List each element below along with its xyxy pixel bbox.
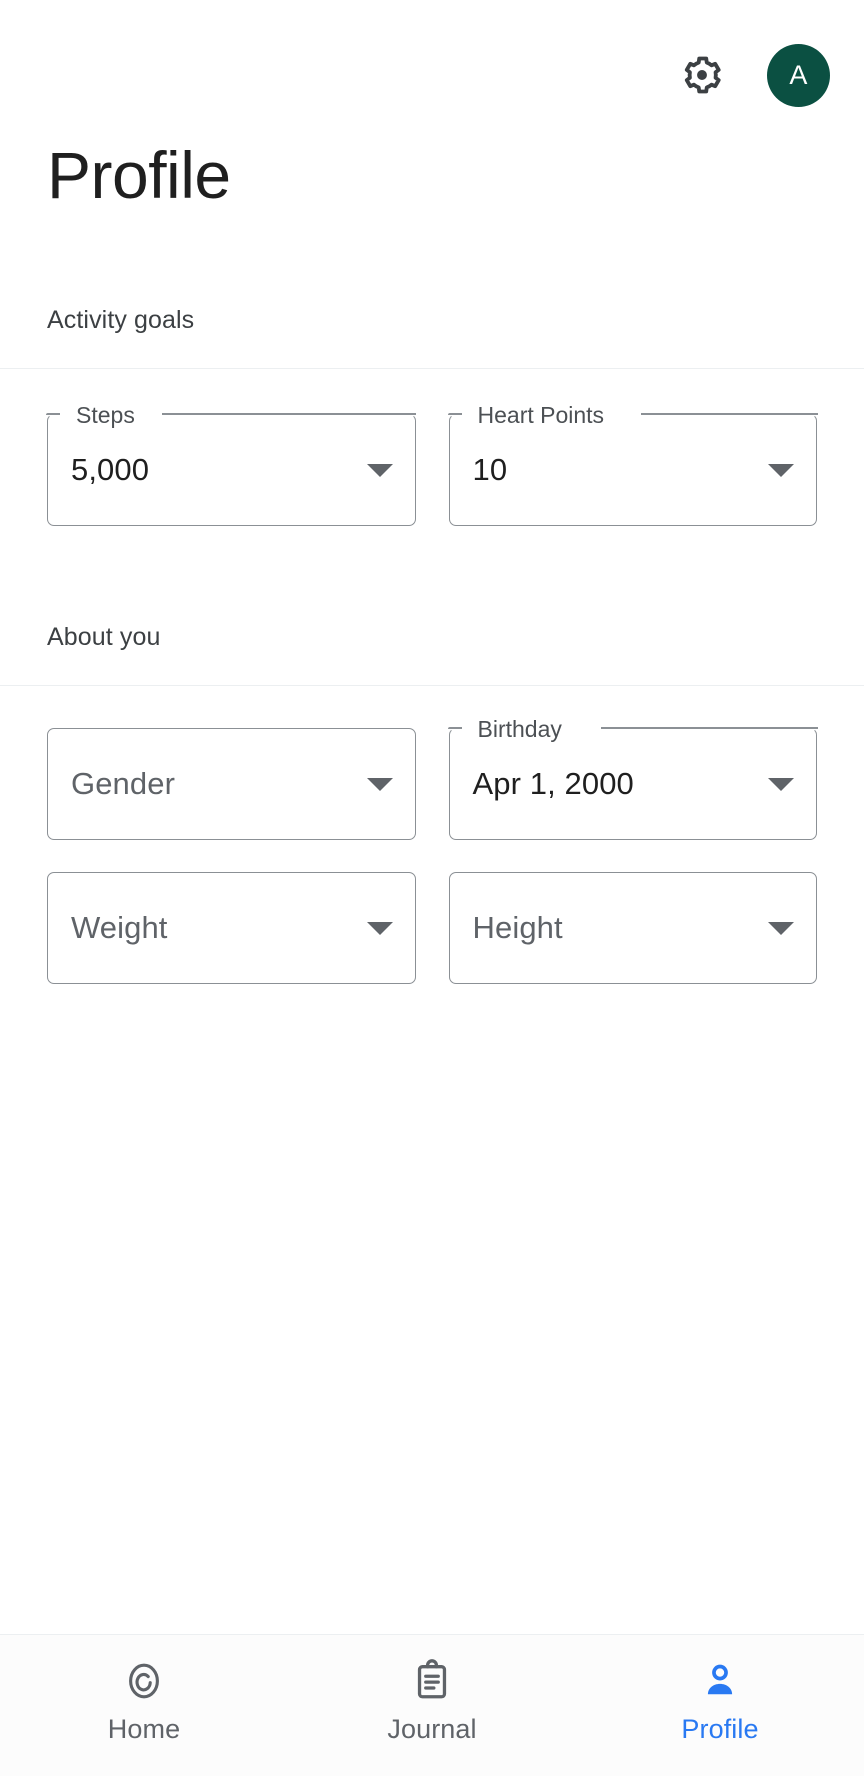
section-divider-activity-goals: [0, 368, 864, 369]
profile-screen: A Profile Activity goals Steps 5,000 Hea…: [0, 0, 864, 1776]
activity-goals-fields: Steps 5,000 Heart Points 10: [0, 401, 864, 526]
nav-label-profile: Profile: [681, 1714, 759, 1744]
chevron-down-icon: [768, 921, 794, 935]
section-header-about-you: About you: [47, 623, 161, 651]
weight-field-value: Weight: [71, 910, 168, 945]
page-title: Profile: [47, 138, 231, 212]
section-divider-about-you: [0, 685, 864, 686]
heart-points-field-label: Heart Points: [471, 401, 611, 429]
profile-content: Activity goals Steps 5,000 Heart Points …: [0, 208, 864, 1634]
nav-label-home: Home: [107, 1714, 181, 1744]
height-field-value: Height: [472, 910, 563, 945]
chevron-down-icon: [768, 777, 794, 791]
app-bar: A: [0, 0, 864, 150]
weight-field[interactable]: Weight: [47, 872, 416, 984]
heart-points-field-value: 10: [472, 452, 508, 487]
nav-item-journal[interactable]: Journal: [288, 1659, 576, 1745]
app-bar-actions: A: [675, 43, 830, 107]
section-header-activity-goals: Activity goals: [47, 306, 195, 334]
chevron-down-icon: [366, 463, 393, 477]
settings-button[interactable]: [675, 48, 729, 102]
person-icon: [698, 1659, 742, 1703]
chevron-down-icon: [366, 777, 393, 791]
chevron-down-icon: [366, 921, 393, 935]
steps-field[interactable]: Steps 5,000: [46, 401, 416, 526]
heart-points-field[interactable]: Heart Points 10: [447, 401, 818, 526]
nav-label-journal: Journal: [387, 1714, 477, 1744]
steps-field-label: Steps: [70, 401, 141, 429]
chevron-down-icon: [768, 463, 794, 477]
nav-item-profile[interactable]: Profile: [576, 1659, 864, 1745]
bottom-navigation: Home Journal Profile: [0, 1634, 864, 1776]
birthday-field-value: Apr 1, 2000: [472, 766, 634, 801]
avatar[interactable]: A: [767, 43, 830, 107]
clipboard-icon: [410, 1659, 454, 1703]
gear-icon: [680, 53, 724, 97]
steps-field-value: 5,000: [71, 452, 150, 487]
height-field[interactable]: Height: [448, 872, 817, 984]
nav-item-home[interactable]: Home: [0, 1659, 288, 1745]
activity-ring-icon: [122, 1659, 166, 1703]
gender-field[interactable]: Gender: [47, 728, 416, 840]
birthday-field[interactable]: Birthday Apr 1, 2000: [447, 715, 818, 840]
gender-field-value: Gender: [71, 766, 175, 801]
about-you-fields-row-1: Gender Birthday Apr 1, 2000: [0, 715, 864, 840]
about-you-fields-row-2: Weight Height: [0, 872, 864, 984]
birthday-field-label: Birthday: [471, 715, 568, 743]
